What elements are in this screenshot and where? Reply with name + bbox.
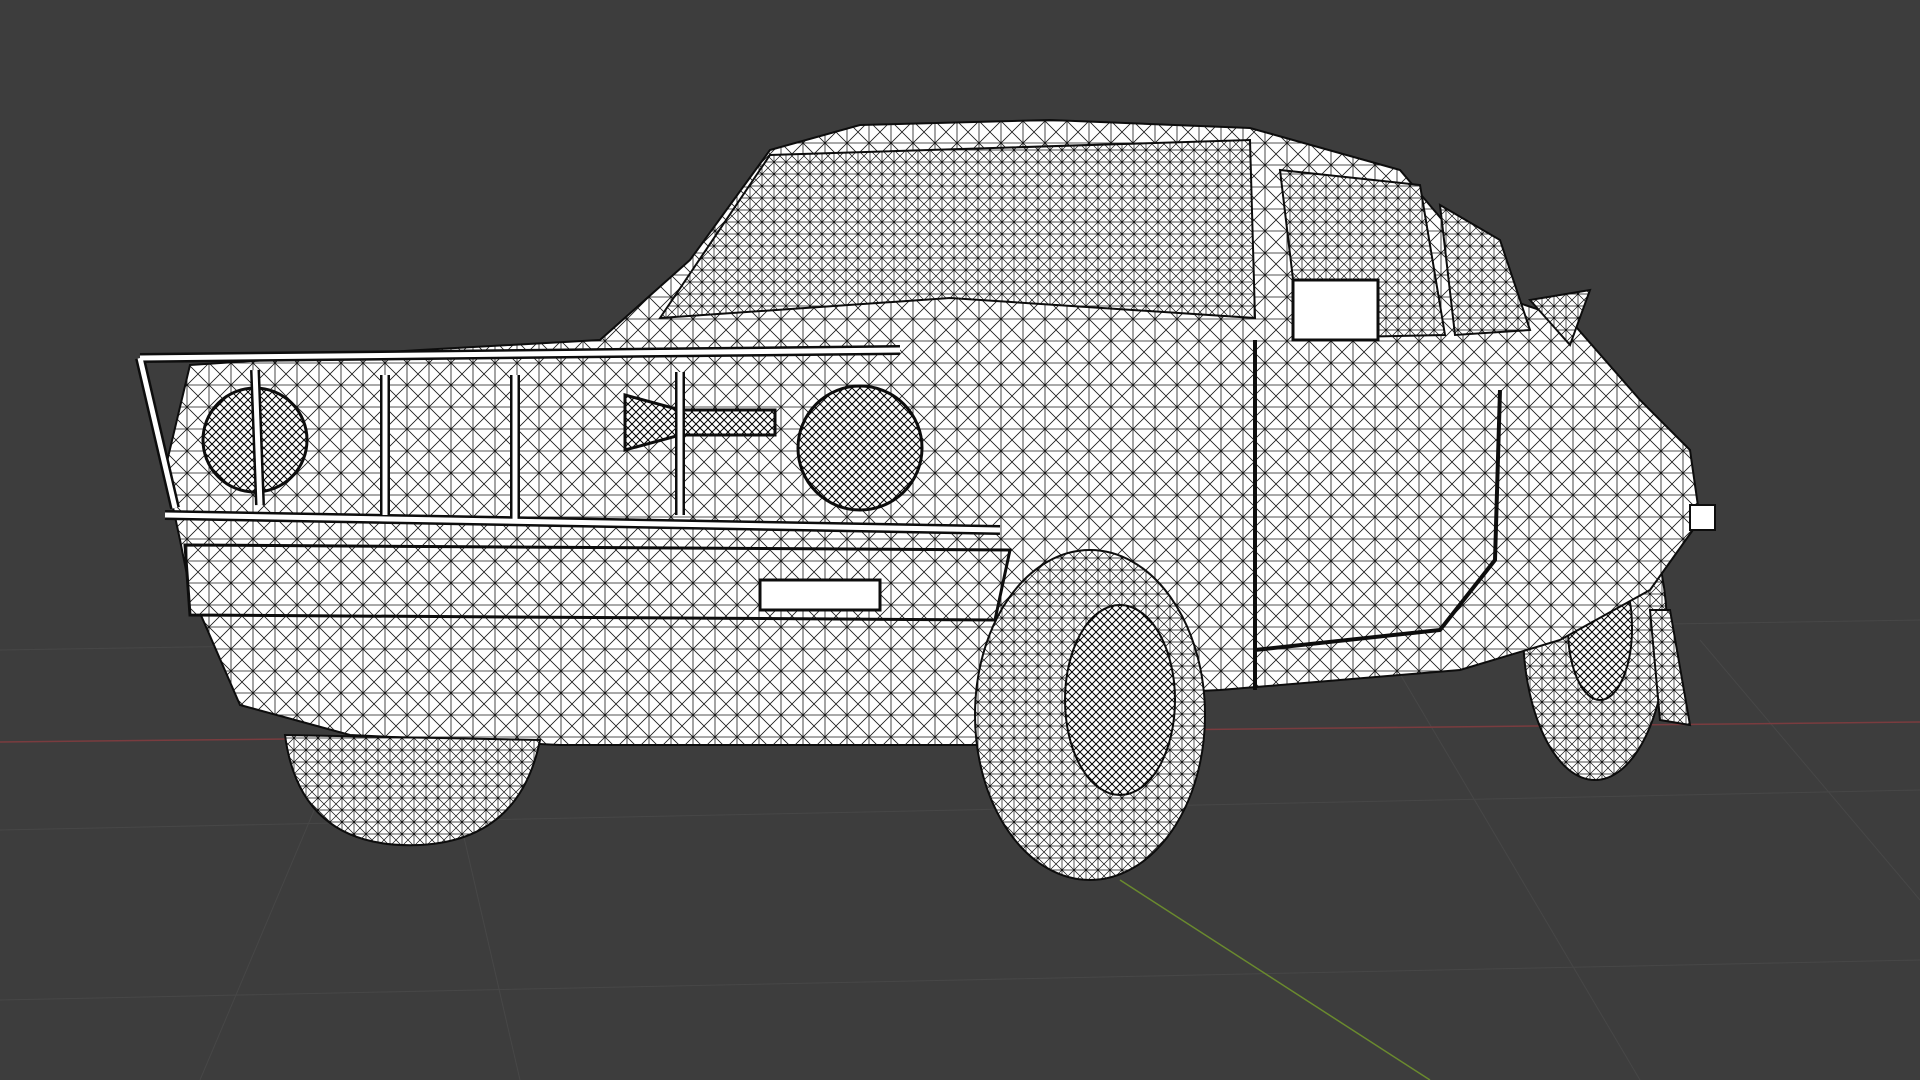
rear-light bbox=[1689, 504, 1716, 531]
mirror bbox=[1291, 278, 1380, 342]
front-bumper bbox=[183, 543, 1012, 622]
left-front-wheel[interactable] bbox=[283, 733, 542, 847]
3d-viewport[interactable] bbox=[0, 0, 1920, 1080]
rear-quarter-window bbox=[1438, 203, 1532, 337]
right-headlight bbox=[796, 384, 924, 512]
license-plate bbox=[758, 578, 882, 612]
windshield bbox=[658, 138, 1257, 320]
car-mesh[interactable] bbox=[135, 118, 1716, 881]
viewport-canvas[interactable] bbox=[0, 0, 1920, 1080]
y-axis-line bbox=[1119, 879, 1431, 1080]
front-wheel-hub bbox=[1064, 604, 1176, 796]
